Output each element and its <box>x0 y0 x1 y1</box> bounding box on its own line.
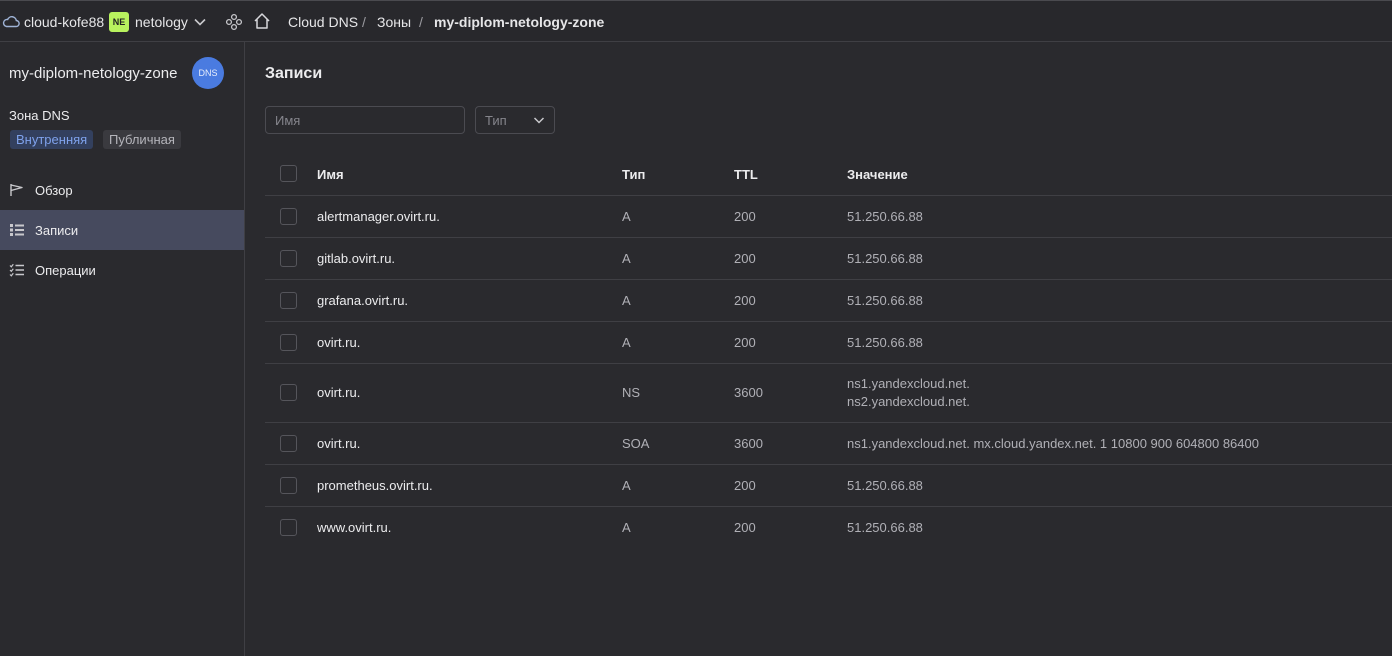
record-value: 51.250.66.88 <box>847 478 923 493</box>
name-filter-input[interactable] <box>265 106 465 134</box>
checklist-icon <box>9 263 24 277</box>
table-header: Имя Тип TTL Значение <box>265 153 1392 196</box>
record-value: ns1.yandexcloud.net. mx.cloud.yandex.net… <box>847 436 1259 451</box>
chip-public: Публичная <box>103 130 181 149</box>
row-checkbox[interactable] <box>280 292 297 309</box>
record-name: ovirt.ru. <box>317 335 361 350</box>
record-value: ns2.yandexcloud.net. <box>847 394 970 409</box>
table-row[interactable]: ovirt.ru. NS 3600 ns1.yandexcloud.net. n… <box>265 364 1392 423</box>
type-filter-placeholder: Тип <box>485 112 507 128</box>
column-header-name[interactable]: Имя <box>317 167 344 182</box>
record-type: A <box>622 209 631 224</box>
record-ttl: 200 <box>734 335 756 350</box>
dns-avatar: DNS <box>192 57 224 89</box>
sidebar-item-overview[interactable]: Обзор <box>0 170 244 210</box>
org-name[interactable]: netology <box>135 14 188 30</box>
cloud-icon <box>2 16 20 28</box>
record-type: A <box>622 520 631 535</box>
chevron-down-icon <box>533 117 545 124</box>
row-checkbox[interactable] <box>280 435 297 452</box>
record-value: 51.250.66.88 <box>847 293 923 308</box>
row-checkbox[interactable] <box>280 334 297 351</box>
record-type: A <box>622 293 631 308</box>
services-icon[interactable] <box>225 13 243 31</box>
zone-subtitle: Зона DNS <box>9 108 70 123</box>
record-name: ovirt.ru. <box>317 385 361 400</box>
table-row[interactable]: ovirt.ru. SOA 3600 ns1.yandexcloud.net. … <box>265 423 1392 465</box>
record-value: ns1.yandexcloud.net. <box>847 376 970 391</box>
breadcrumb-cloud-dns[interactable]: Cloud DNS <box>288 14 358 30</box>
cloud-selector[interactable]: cloud-kofe88 <box>24 14 104 30</box>
record-ttl: 3600 <box>734 385 763 400</box>
table-row[interactable]: alertmanager.ovirt.ru. A 200 51.250.66.8… <box>265 196 1392 238</box>
record-ttl: 3600 <box>734 436 763 451</box>
table-row[interactable]: prometheus.ovirt.ru. A 200 51.250.66.88 <box>265 465 1392 507</box>
org-badge: NE <box>109 12 129 32</box>
sidebar-item-label: Записи <box>35 222 79 238</box>
table-row[interactable]: grafana.ovirt.ru. A 200 51.250.66.88 <box>265 280 1392 322</box>
main-content: Записи Тип Имя Тип TTL Значение alertman… <box>245 42 1392 656</box>
table-row[interactable]: www.ovirt.ru. A 200 51.250.66.88 <box>265 507 1392 549</box>
record-ttl: 200 <box>734 209 756 224</box>
row-checkbox[interactable] <box>280 477 297 494</box>
record-ttl: 200 <box>734 520 756 535</box>
table-row[interactable]: gitlab.ovirt.ru. A 200 51.250.66.88 <box>265 238 1392 280</box>
record-type: A <box>622 478 631 493</box>
table-row[interactable]: ovirt.ru. A 200 51.250.66.88 <box>265 322 1392 364</box>
breadcrumb-separator: / <box>362 14 366 30</box>
column-header-ttl[interactable]: TTL <box>734 167 758 182</box>
record-ttl: 200 <box>734 251 756 266</box>
chip-internal: Внутренняя <box>10 130 94 149</box>
type-filter-select[interactable]: Тип <box>475 106 555 134</box>
zone-title: my-diplom-netology-zone <box>9 65 178 82</box>
page-title: Записи <box>265 65 323 82</box>
record-value: 51.250.66.88 <box>847 209 923 224</box>
record-value: 51.250.66.88 <box>847 251 923 266</box>
top-header: cloud-kofe88 NE netology Cloud DNS / Зон… <box>0 0 1392 42</box>
select-all-checkbox[interactable] <box>280 165 297 182</box>
record-type: A <box>622 335 631 350</box>
record-name: ovirt.ru. <box>317 436 361 451</box>
record-value: 51.250.66.88 <box>847 520 923 535</box>
sidebar-item-label: Обзор <box>35 182 73 198</box>
column-header-value[interactable]: Значение <box>847 166 908 184</box>
breadcrumb-zones[interactable]: Зоны <box>377 14 411 30</box>
records-table: Имя Тип TTL Значение alertmanager.ovirt.… <box>265 153 1392 549</box>
chevron-down-icon[interactable] <box>193 16 207 28</box>
record-type: NS <box>622 385 641 400</box>
record-type: SOA <box>622 436 650 451</box>
row-checkbox[interactable] <box>280 250 297 267</box>
record-name: grafana.ovirt.ru. <box>317 293 409 308</box>
row-checkbox[interactable] <box>280 208 297 225</box>
list-icon <box>10 224 24 236</box>
flag-icon <box>10 184 23 196</box>
home-icon[interactable] <box>253 12 271 30</box>
sidebar: my-diplom-netology-zone DNS Зона DNS Вну… <box>0 42 245 656</box>
breadcrumb-separator: / <box>419 14 423 30</box>
sidebar-item-label: Операции <box>35 262 96 278</box>
record-name: www.ovirt.ru. <box>317 520 392 535</box>
record-name: alertmanager.ovirt.ru. <box>317 209 440 224</box>
breadcrumb-current-zone: my-diplom-netology-zone <box>434 14 605 30</box>
row-checkbox[interactable] <box>280 519 297 536</box>
record-value: 51.250.66.88 <box>847 335 923 350</box>
column-header-type[interactable]: Тип <box>622 167 645 182</box>
record-name: prometheus.ovirt.ru. <box>317 478 433 493</box>
record-ttl: 200 <box>734 293 756 308</box>
record-ttl: 200 <box>734 478 756 493</box>
sidebar-item-records[interactable]: Записи <box>0 210 244 250</box>
record-name: gitlab.ovirt.ru. <box>317 251 396 266</box>
record-type: A <box>622 251 631 266</box>
sidebar-item-operations[interactable]: Операции <box>0 250 244 290</box>
row-checkbox[interactable] <box>280 384 297 401</box>
